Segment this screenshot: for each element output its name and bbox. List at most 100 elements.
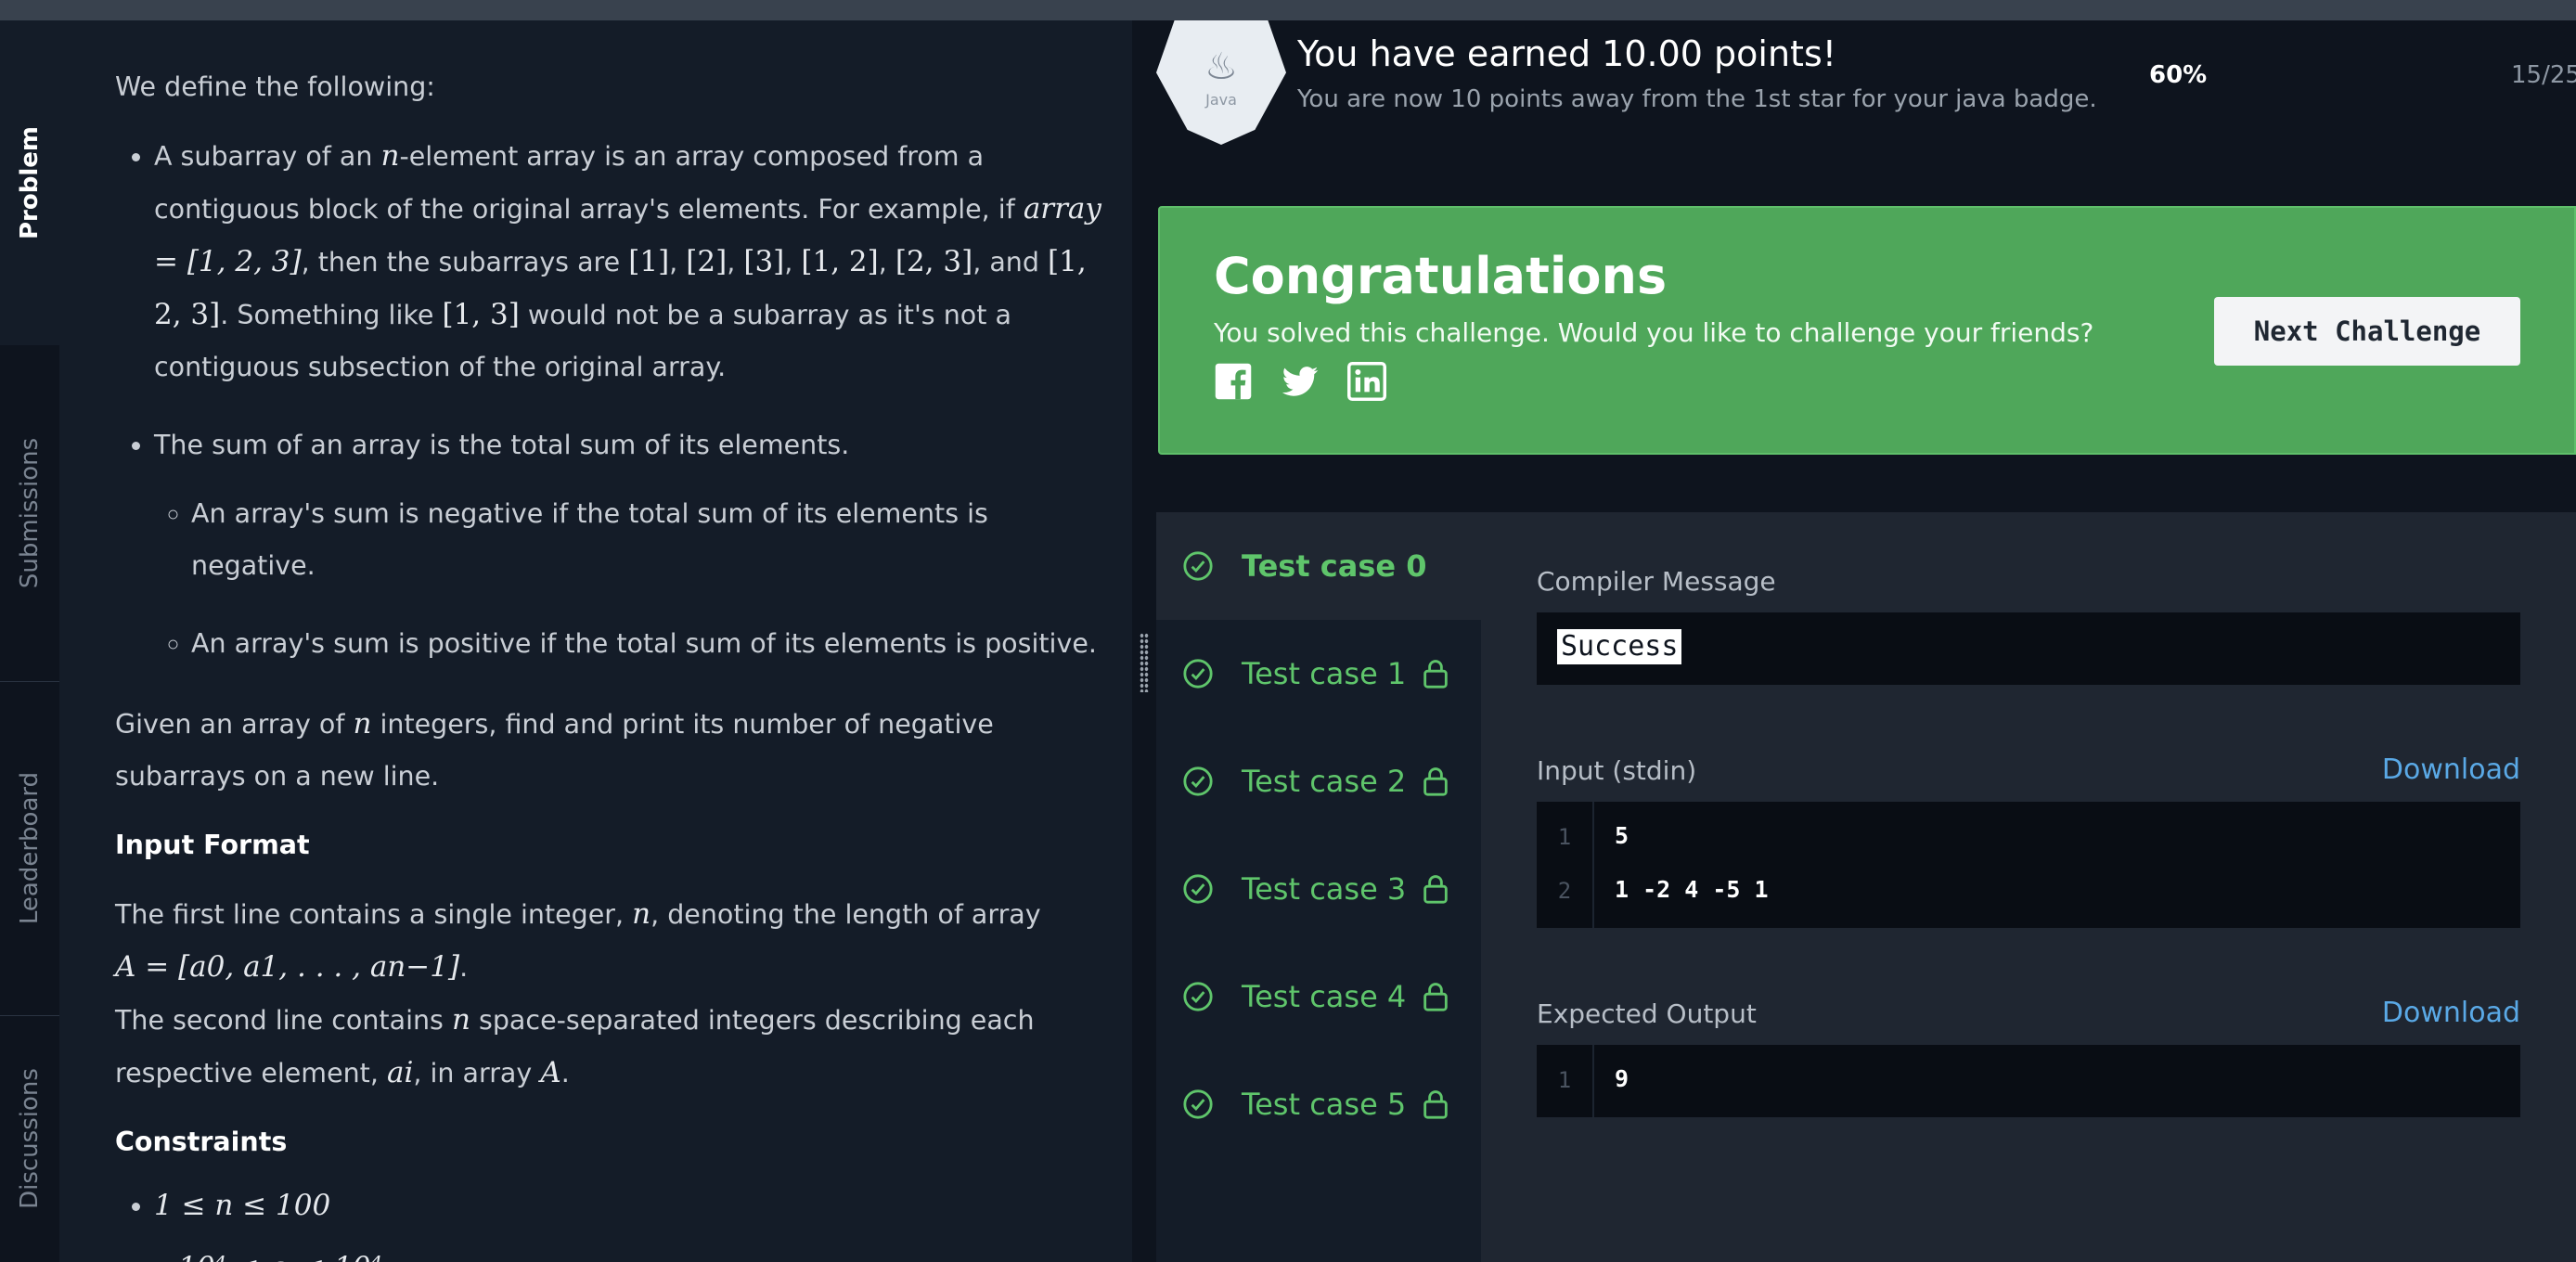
math-n: n xyxy=(451,1003,470,1037)
text: The sum of an array is the total sum of … xyxy=(154,430,850,460)
math-constraint: −10⁴ ≤ aᵢ ≤ 10⁴ xyxy=(154,1251,382,1262)
math-subarray: [2, 3] xyxy=(895,245,973,278)
points-earned-subtitle: You are now 10 points away from the 1st … xyxy=(1297,85,2097,113)
lock-icon xyxy=(1423,660,1448,689)
text: , and xyxy=(972,247,1048,277)
test-case-label: Test case 0 xyxy=(1242,548,1427,584)
constraints-heading: Constraints xyxy=(115,1127,288,1157)
badge-progress-fraction: 15/25 xyxy=(2511,61,2576,89)
facebook-icon[interactable] xyxy=(1214,362,1253,401)
input-format-line2: The second line contains n space-separat… xyxy=(115,994,1117,1100)
text: A subarray of an xyxy=(154,141,381,172)
next-challenge-button[interactable]: Next Challenge xyxy=(2214,297,2520,366)
input-label: Input (stdin) xyxy=(1537,755,1697,786)
lock-icon xyxy=(1423,875,1448,904)
congratulations-title: Congratulations xyxy=(1214,247,1668,305)
tab-submissions[interactable]: Submissions xyxy=(0,345,59,681)
test-case-2[interactable]: Test case 2 xyxy=(1156,728,1481,835)
text: . xyxy=(459,952,469,983)
expected-output-line: 9 xyxy=(1615,1065,1629,1092)
compiler-message-label: Compiler Message xyxy=(1537,566,1776,597)
test-case-label: Test case 2 xyxy=(1242,764,1407,799)
lock-icon xyxy=(1423,767,1448,796)
test-case-1[interactable]: Test case 1 xyxy=(1156,620,1481,728)
congratulations-banner: Congratulations You solved this challeng… xyxy=(1158,206,2576,455)
text: The second line contains xyxy=(115,1005,452,1036)
badge-progress-percent: 60% xyxy=(2149,61,2208,89)
problem-statement-pane: We define the following: A subarray of a… xyxy=(59,20,1132,1262)
top-bar xyxy=(0,0,2576,20)
test-case-label: Test case 1 xyxy=(1242,656,1407,691)
text: The first line contains a single integer… xyxy=(115,899,633,930)
text: . Something like xyxy=(220,300,443,330)
expected-output-box: 1 9 xyxy=(1537,1045,2520,1117)
test-case-label: Test case 3 xyxy=(1242,871,1407,907)
input-line: 5 xyxy=(1615,822,1629,849)
check-circle-icon xyxy=(1183,766,1213,796)
problem-content: We define the following: A subarray of a… xyxy=(115,61,1117,1262)
compiler-message-text: Success xyxy=(1557,629,1682,664)
compiler-message-box: Success xyxy=(1537,612,2520,685)
badge-language: Java xyxy=(1205,90,1237,109)
check-circle-icon xyxy=(1183,982,1213,1011)
download-input-link[interactable]: Download xyxy=(2382,753,2520,786)
test-case-3[interactable]: Test case 3 xyxy=(1156,835,1481,943)
tab-discussions-label: Discussions xyxy=(16,1068,44,1209)
math-n: n xyxy=(380,139,400,173)
math-non-subarray: [1, 3] xyxy=(442,298,520,331)
expected-output-label: Expected Output xyxy=(1537,998,1757,1029)
line-number-gutter xyxy=(1537,802,1594,928)
negative-sum-definition: An array's sum is negative if the total … xyxy=(191,488,1117,592)
math-subarray: [2] xyxy=(686,245,728,278)
subarray-definition: A subarray of an n-element array is an a… xyxy=(154,130,1117,393)
check-circle-icon xyxy=(1183,1089,1213,1119)
tab-problem-label: Problem xyxy=(16,126,44,239)
math-A: A xyxy=(540,1056,561,1089)
lock-icon xyxy=(1423,983,1448,1011)
math-array-def: A = [a0, a1, . . . , an−1] xyxy=(115,950,460,984)
input-line: 1 -2 4 -5 1 xyxy=(1615,876,1769,903)
math-subarray: [3] xyxy=(743,245,785,278)
check-circle-icon xyxy=(1183,551,1213,581)
tab-submissions-label: Submissions xyxy=(16,437,45,589)
twitter-icon[interactable] xyxy=(1281,362,1320,401)
problem-tab-rail: Problem Submissions Leaderboard Discussi… xyxy=(0,20,59,1262)
check-circle-icon xyxy=(1183,659,1213,689)
test-results: Test case 0 Test case 1 Test case 2 Test… xyxy=(1156,512,2576,1262)
input-format-heading: Input Format xyxy=(115,830,310,860)
constraint-ai: −10⁴ ≤ aᵢ ≤ 10⁴ xyxy=(154,1242,1117,1262)
test-case-0[interactable]: Test case 0 xyxy=(1156,512,1481,620)
tab-discussions[interactable]: Discussions xyxy=(0,1015,59,1262)
download-output-link[interactable]: Download xyxy=(2382,997,2520,1029)
text: , then the subarrays are xyxy=(301,247,629,277)
test-case-4[interactable]: Test case 4 xyxy=(1156,943,1481,1050)
problem-intro: We define the following: xyxy=(115,71,435,102)
test-case-label: Test case 4 xyxy=(1242,979,1407,1014)
points-earned-title: You have earned 10.00 points! xyxy=(1297,33,1836,74)
tab-problem[interactable]: Problem xyxy=(0,20,59,345)
text: . xyxy=(560,1058,570,1088)
lock-icon xyxy=(1423,1090,1448,1119)
constraint-n: 1 ≤ n ≤ 100 xyxy=(154,1179,1117,1232)
congratulations-subtitle: You solved this challenge. Would you lik… xyxy=(1214,317,2094,348)
text: , in array xyxy=(413,1058,541,1088)
text: Given an array of xyxy=(115,709,354,740)
line-number: 1 xyxy=(1557,824,1572,850)
math-subarray: [1] xyxy=(628,245,670,278)
math-ai: ai xyxy=(386,1056,414,1089)
tab-leaderboard[interactable]: Leaderboard xyxy=(0,681,59,1015)
task-statement: Given an array of n integers, find and p… xyxy=(115,698,1117,803)
test-case-5[interactable]: Test case 5 xyxy=(1156,1050,1481,1158)
line-number: 1 xyxy=(1557,1067,1572,1093)
math-n: n xyxy=(632,897,651,931)
math-constraint: 1 ≤ n ≤ 100 xyxy=(154,1189,331,1222)
check-circle-icon xyxy=(1183,874,1213,904)
linkedin-icon[interactable] xyxy=(1347,362,1386,401)
social-share xyxy=(1214,362,1386,401)
drag-handle-icon[interactable] xyxy=(1140,633,1149,692)
math-subarray: [1, 2] xyxy=(801,245,879,278)
positive-sum-definition: An array's sum is positive if the total … xyxy=(191,618,1117,670)
input-format-line1: The first line contains a single integer… xyxy=(115,888,1117,994)
test-case-list: Test case 0 Test case 1 Test case 2 Test… xyxy=(1156,512,1481,1262)
tab-leaderboard-label: Leaderboard xyxy=(16,771,45,925)
